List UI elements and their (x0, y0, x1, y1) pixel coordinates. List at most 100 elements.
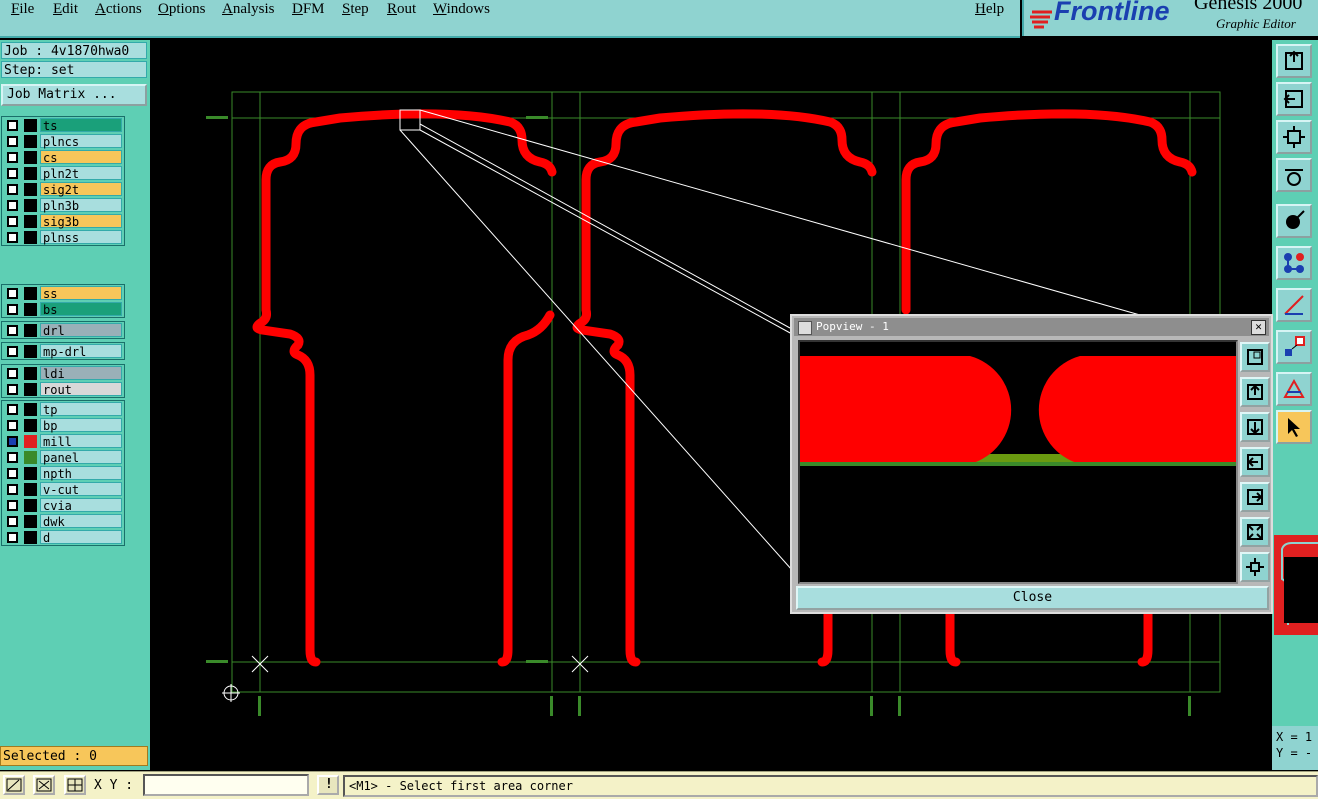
zoom-home-button[interactable] (1276, 44, 1312, 78)
layer-color-swatch[interactable] (24, 344, 37, 358)
menu-dfm[interactable]: DFM (292, 1, 325, 18)
layer-row-tp[interactable]: tp (2, 401, 124, 417)
layer-name[interactable]: sig2t (40, 182, 122, 197)
layer-checkbox[interactable] (7, 167, 18, 179)
layer-checkbox[interactable] (7, 231, 18, 243)
layer-row-drl[interactable]: drl (2, 322, 124, 338)
layer-row-cs[interactable]: cs (2, 149, 124, 165)
zoom-area-button[interactable] (3, 775, 25, 795)
layer-name[interactable]: npth (40, 466, 122, 481)
fit-view-button[interactable] (1276, 120, 1312, 154)
menu-help[interactable]: Help (975, 1, 1004, 18)
layer-color-swatch[interactable] (24, 514, 37, 528)
layer-name[interactable]: ldi (40, 366, 122, 381)
layer-checkbox[interactable] (7, 183, 18, 195)
grid-button[interactable] (64, 775, 86, 795)
layer-name[interactable]: d (40, 530, 122, 545)
layer-color-swatch[interactable] (24, 230, 37, 244)
layer-color-swatch[interactable] (24, 302, 37, 316)
layer-row-dwk[interactable]: dwk (2, 513, 124, 529)
layer-checkbox[interactable] (7, 303, 18, 315)
layer-row-sig2t[interactable]: sig2t (2, 181, 124, 197)
pv-pan-right-button[interactable] (1240, 482, 1270, 512)
layer-name[interactable]: v-cut (40, 482, 122, 497)
layer-checkbox[interactable] (7, 451, 18, 463)
layer-checkbox[interactable] (7, 383, 18, 395)
measure-button[interactable] (1276, 288, 1312, 322)
layer-color-swatch[interactable] (24, 482, 37, 496)
layer-color-swatch[interactable] (24, 150, 37, 164)
pv-pan-left-button[interactable] (1240, 447, 1270, 477)
pointer-button[interactable] (1276, 410, 1312, 444)
layer-name[interactable]: panel (40, 450, 122, 465)
xy-input[interactable] (143, 774, 309, 796)
menu-step[interactable]: Step (342, 1, 369, 18)
pv-zoom-out-button[interactable] (1240, 517, 1270, 547)
layer-color-swatch[interactable] (24, 214, 37, 228)
layer-row-panel[interactable]: panel (2, 449, 124, 465)
layer-name[interactable]: dwk (40, 514, 122, 529)
layer-color-swatch[interactable] (24, 134, 37, 148)
layer-color-swatch[interactable] (24, 182, 37, 196)
layer-color-swatch[interactable] (24, 166, 37, 180)
layer-checkbox[interactable] (7, 324, 18, 336)
layer-checkbox[interactable] (7, 367, 18, 379)
layer-row-plncs[interactable]: plncs (2, 133, 124, 149)
pv-zoom-in-button[interactable] (1240, 342, 1270, 372)
select-feature-button[interactable] (1276, 204, 1312, 238)
popview-close-button[interactable]: Close (796, 586, 1269, 610)
menu-analysis[interactable]: Analysis (222, 1, 275, 18)
layer-checkbox[interactable] (7, 403, 18, 415)
drc-button[interactable] (1276, 372, 1312, 406)
pan-left-button[interactable] (1276, 82, 1312, 116)
layer-name[interactable]: cs (40, 150, 122, 165)
layer-row-cvia[interactable]: cvia (2, 497, 124, 513)
layer-color-swatch[interactable] (24, 323, 37, 337)
pv-pan-up-button[interactable] (1240, 377, 1270, 407)
layer-checkbox[interactable] (7, 467, 18, 479)
layer-name[interactable]: rout (40, 382, 122, 397)
snap-button[interactable] (1276, 330, 1312, 364)
layer-row-ts[interactable]: ts (2, 117, 124, 133)
layer-row-d[interactable]: d (2, 529, 124, 545)
window-menu-icon[interactable] (798, 321, 812, 335)
menu-rout[interactable]: Rout (387, 1, 416, 18)
layer-name[interactable]: bp (40, 418, 122, 433)
menu-file[interactable]: File (11, 1, 34, 18)
menu-edit[interactable]: Edit (53, 1, 78, 18)
layer-color-swatch[interactable] (24, 366, 37, 380)
layer-checkbox[interactable] (7, 531, 18, 543)
layer-row-mill[interactable]: mill (2, 433, 124, 449)
menu-options[interactable]: Options (158, 1, 206, 18)
display-options-button[interactable] (1276, 158, 1312, 192)
layer-color-swatch[interactable] (24, 402, 37, 416)
popview-canvas[interactable] (798, 340, 1238, 584)
pv-fit-button[interactable] (1240, 552, 1270, 582)
layer-color-swatch[interactable] (24, 466, 37, 480)
layer-color-swatch[interactable] (24, 530, 37, 544)
close-icon[interactable]: ✕ (1251, 320, 1266, 335)
layer-checkbox[interactable] (7, 287, 18, 299)
warning-button[interactable]: ! (317, 775, 339, 795)
layer-checkbox[interactable] (7, 199, 18, 211)
layer-row-sig3b[interactable]: sig3b (2, 213, 124, 229)
layer-name[interactable]: sig3b (40, 214, 122, 229)
layer-row-ss[interactable]: ss (2, 285, 124, 301)
layer-color-swatch[interactable] (24, 286, 37, 300)
layer-name[interactable]: pln2t (40, 166, 122, 181)
layer-color-swatch[interactable] (24, 118, 37, 132)
layer-checkbox[interactable] (7, 151, 18, 163)
layer-name[interactable]: mill (40, 434, 122, 449)
menu-windows[interactable]: Windows (433, 1, 490, 18)
layer-checkbox[interactable] (7, 215, 18, 227)
layer-name[interactable]: bs (40, 302, 122, 317)
layer-name[interactable]: ts (40, 118, 122, 133)
net-tool-button[interactable] (1276, 246, 1312, 280)
layer-row-plnss[interactable]: plnss (2, 229, 124, 245)
layer-checkbox[interactable] (7, 345, 18, 357)
layer-color-swatch[interactable] (24, 382, 37, 396)
layer-name[interactable]: cvia (40, 498, 122, 513)
layer-checkbox[interactable] (7, 435, 18, 447)
layer-checkbox[interactable] (7, 499, 18, 511)
layer-color-swatch[interactable] (24, 434, 37, 448)
